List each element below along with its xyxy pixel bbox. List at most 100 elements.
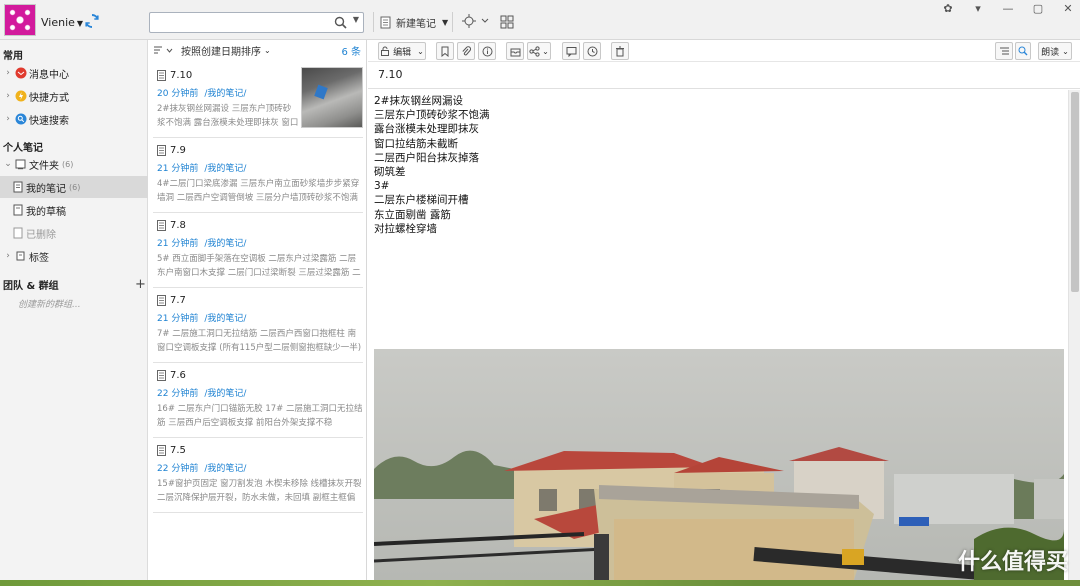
note-folder[interactable]: /我的笔记/ (204, 314, 246, 324)
chevron-right-icon[interactable]: › (3, 91, 13, 101)
section-personal-title: 个人笔记 (3, 143, 43, 154)
bookmark-button[interactable] (436, 42, 454, 60)
top-toolbar: Vienie ▼ ▼ 新建笔记 ▼ ✿ ▾ — ▢ ✕ (0, 0, 1080, 40)
sidebar-item-folder[interactable]: ⌄ 文件夹 (6) (0, 153, 148, 175)
watermark-text: 什么值得买 (957, 550, 1068, 575)
delete-button[interactable] (611, 42, 629, 60)
note-meta: 21 分钟前/我的笔记/ (157, 161, 246, 174)
sidebar-item-label: 我的笔记 (26, 183, 66, 195)
note-folder[interactable]: /我的笔记/ (204, 239, 246, 249)
share-button[interactable]: ⌄ (527, 42, 551, 60)
chevron-down-icon[interactable]: ⌄ (3, 159, 13, 169)
note-count: 6 条 (341, 47, 361, 58)
attach-button[interactable] (457, 42, 475, 60)
note-time: 22 分钟前 (157, 389, 199, 399)
editor-toolbar: 编辑 ⌄ ⌄ 朗读 ⌄ (368, 40, 1080, 62)
clock-icon (587, 46, 597, 56)
divider (373, 12, 374, 32)
avatar[interactable] (4, 4, 36, 36)
read-aloud-button[interactable]: 朗读 ⌄ (1038, 42, 1072, 60)
note-icon (157, 145, 166, 156)
chevron-right-icon[interactable]: › (3, 68, 13, 78)
note-body[interactable]: 2#抹灰钢丝网漏设 三层东户顶砖砂浆不饱满 露台涨模未处理即抹灰 窗口拉结筋未截… (374, 94, 490, 236)
skin-icon[interactable]: ✿ (942, 2, 954, 15)
folder-icon (15, 159, 26, 170)
sidebar-item-label: 快捷方式 (29, 92, 69, 104)
scrollbar-thumb[interactable] (1071, 92, 1079, 292)
sidebar-item-my-notes[interactable]: 我的笔记 (6) (0, 176, 148, 198)
sidebar-item-tags[interactable]: › 标签 (0, 245, 148, 267)
list-item[interactable]: 7.8 21 分钟前/我的笔记/ 5# 西立面脚手架落在空调板 二层东户过梁露筋… (153, 214, 363, 288)
minimize-icon[interactable]: — (1002, 2, 1014, 15)
sidebar-item-label: 已删除 (26, 229, 56, 241)
note-icon (157, 70, 166, 81)
note-time: 22 分钟前 (157, 464, 199, 474)
sync-icon[interactable] (84, 13, 100, 29)
sidebar-item-quick-search[interactable]: › 快速搜索 (0, 108, 148, 130)
note-time: 20 分钟前 (157, 89, 199, 99)
close-icon[interactable]: ✕ (1062, 2, 1074, 15)
list-item[interactable]: 7.10 20 分钟前/我的笔记/ 2#抹灰钢丝网漏设 三层东户顶砖砂浆不饱满 … (153, 64, 363, 138)
list-item[interactable]: 7.9 21 分钟前/我的笔记/ 4#二层门口梁底渗漏 三层东户南立面砂浆墙步步… (153, 139, 363, 213)
chevron-down-icon[interactable]: ▼ (442, 18, 448, 27)
sidebar-item-deleted[interactable]: 已删除 (0, 222, 148, 244)
username-menu[interactable]: Vienie ▼ (41, 16, 83, 29)
note-time: 21 分钟前 (157, 314, 199, 324)
note-folder[interactable]: /我的笔记/ (204, 89, 246, 99)
sidebar-item-label: 文件夹 (29, 160, 59, 172)
message-icon (15, 67, 27, 79)
note-title-field[interactable]: 7.10 (378, 68, 403, 81)
note-folder[interactable]: /我的笔记/ (204, 164, 246, 174)
grid-icon[interactable] (500, 15, 514, 29)
taskbar (0, 580, 1080, 586)
comment-button[interactable] (562, 42, 580, 60)
note-folder[interactable]: /我的笔记/ (204, 389, 246, 399)
move-icon[interactable] (462, 14, 492, 28)
note-line: 3# (374, 180, 390, 193)
chevron-down-icon[interactable]: ⌄ (264, 46, 271, 55)
sidebar-item-messages[interactable]: › 消息中心 (0, 62, 148, 84)
note-snippet: 16# 二层东户门口锚筋无胶 17# 二层施工洞口无拉结筋 三层西户后空调板支撑… (157, 404, 363, 428)
chevron-down-icon[interactable]: ▼ (353, 15, 359, 24)
sort-label[interactable]: 按照创建日期排序 (181, 43, 261, 58)
search-input[interactable] (150, 13, 330, 32)
note-icon (157, 295, 166, 306)
search-icon (15, 113, 27, 125)
edit-button[interactable]: 编辑 ⌄ (378, 42, 426, 60)
list-item[interactable]: 7.5 22 分钟前/我的笔记/ 15#窗护页固定 窗刀割发泡 木楔未移除 线槽… (153, 439, 363, 513)
note-line: 2#抹灰钢丝网漏设 (374, 95, 463, 107)
vertical-scrollbar[interactable] (1068, 90, 1080, 580)
info-button[interactable] (478, 42, 496, 60)
outline-button[interactable] (995, 42, 1013, 60)
share-inbox-button[interactable] (506, 42, 524, 60)
section-common-title: 常用 (3, 51, 23, 62)
add-group-button[interactable]: + (135, 277, 146, 292)
note-title: 7.8 (157, 220, 186, 231)
search-field[interactable]: ▼ (149, 12, 364, 33)
chevron-right-icon[interactable]: › (3, 114, 13, 124)
chevron-down-icon: ⌄ (1062, 46, 1069, 56)
trash-icon (616, 46, 624, 56)
sort-icon[interactable] (153, 45, 175, 55)
reminder-button[interactable] (583, 42, 601, 60)
chevron-right-icon[interactable]: › (3, 251, 13, 261)
note-meta: 20 分钟前/我的笔记/ (157, 86, 246, 99)
note-thumbnail (301, 67, 363, 128)
search-icon[interactable] (334, 16, 347, 29)
note-meta: 22 分钟前/我的笔记/ (157, 386, 246, 399)
edit-label: 编辑 (393, 47, 412, 58)
note-title: 7.9 (157, 145, 186, 156)
list-item[interactable]: 7.7 21 分钟前/我的笔记/ 7# 二层施工洞口无拉结筋 二层西户西窗口抱框… (153, 289, 363, 363)
maximize-icon[interactable]: ▢ (1032, 2, 1044, 15)
note-folder[interactable]: /我的笔记/ (204, 464, 246, 474)
menu-icon[interactable]: ▾ (972, 2, 984, 15)
lock-icon (381, 46, 390, 56)
note-icon (380, 16, 391, 28)
sidebar-item-drafts[interactable]: 我的草稿 (0, 199, 148, 221)
find-button[interactable] (1015, 42, 1031, 60)
new-note-button[interactable]: 新建笔记 ▼ (380, 13, 448, 31)
list-item[interactable]: 7.6 22 分钟前/我的笔记/ 16# 二层东户门口锚筋无胶 17# 二层施工… (153, 364, 363, 438)
notebook-icon (13, 181, 23, 193)
sidebar-item-shortcuts[interactable]: › 快捷方式 (0, 85, 148, 107)
create-group-hint[interactable]: 创建新的群组... (18, 297, 81, 310)
